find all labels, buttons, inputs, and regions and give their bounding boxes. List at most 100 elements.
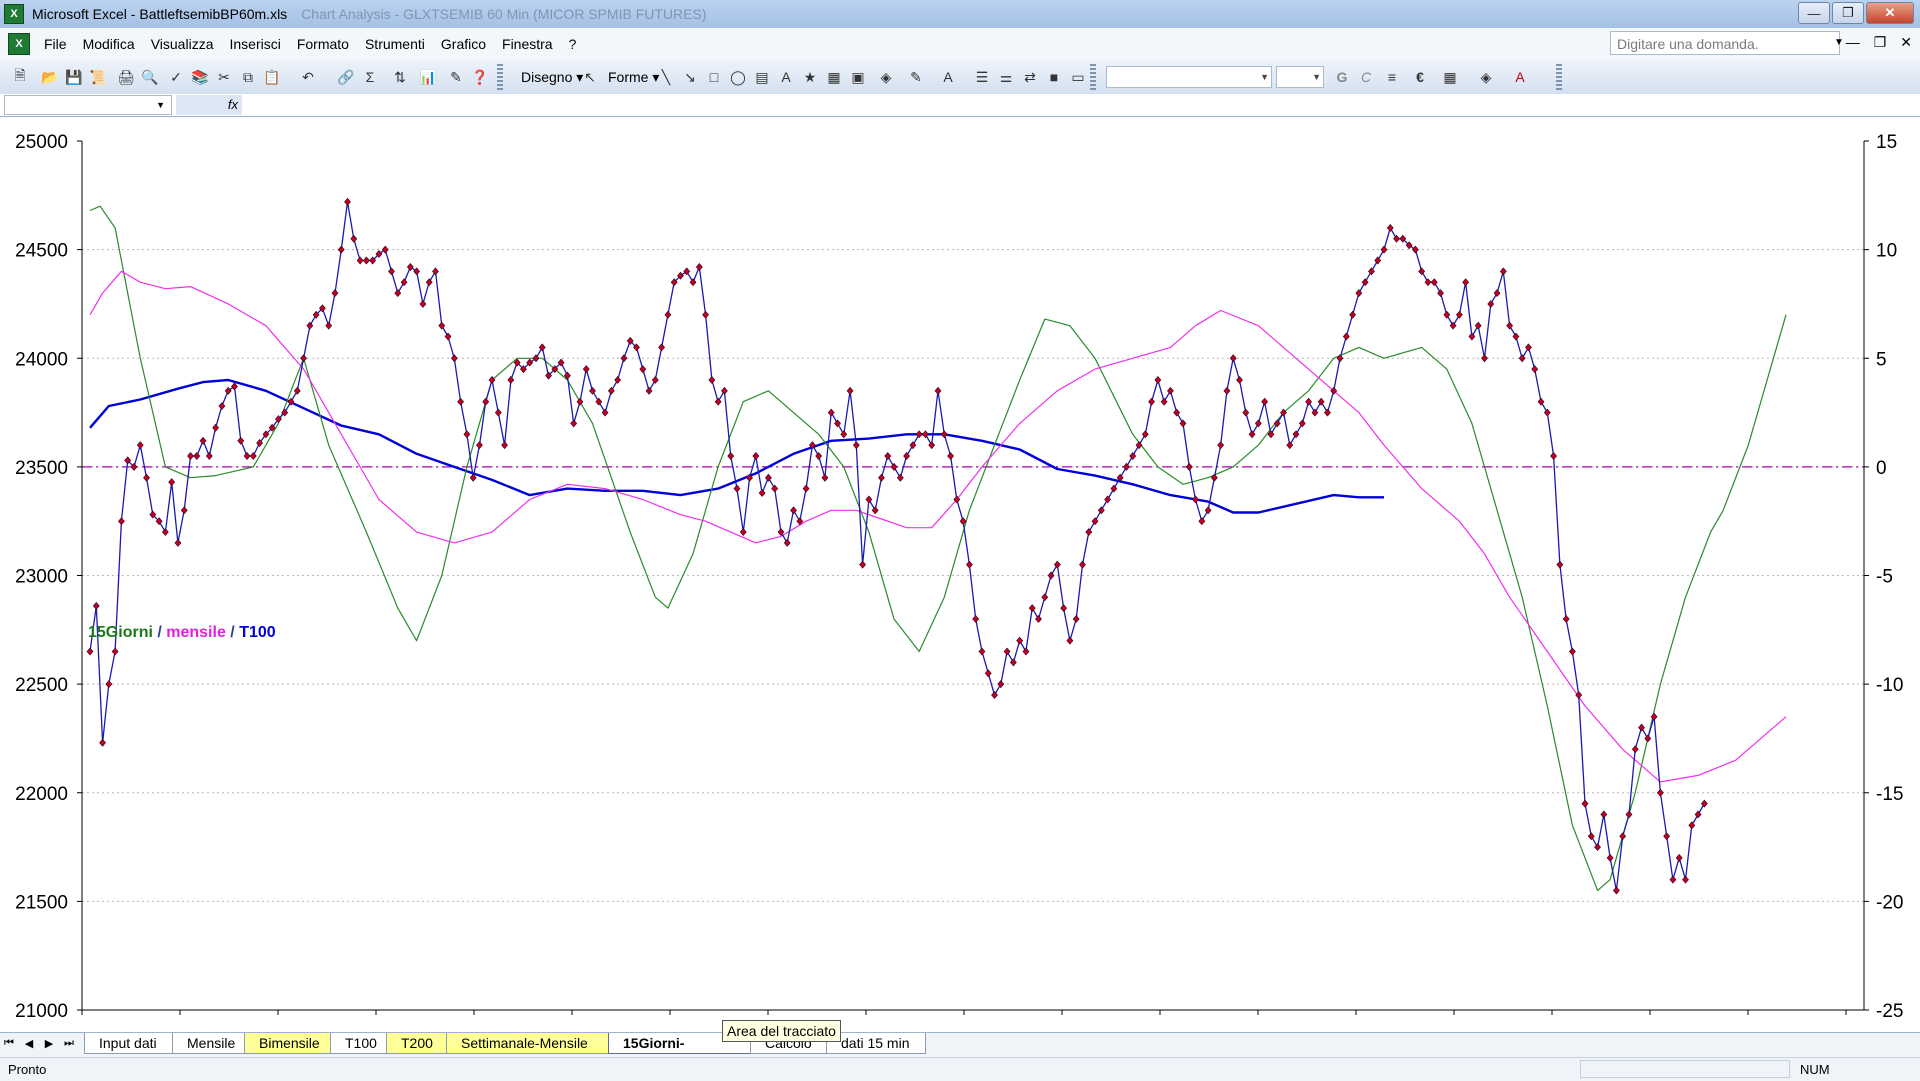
spelling-icon[interactable]: ✓ <box>166 67 186 87</box>
fx-icon[interactable]: fx <box>176 95 242 115</box>
window-title: Microsoft Excel - BattleftsemibBP60m.xls… <box>32 6 707 22</box>
borders-icon[interactable]: ▦ <box>1440 67 1460 87</box>
ask-question-dropdown-icon[interactable]: ▼ <box>1834 31 1846 55</box>
menu-item-strumenti[interactable]: Strumenti <box>357 28 433 60</box>
oval-icon[interactable]: ◯ <box>728 67 748 87</box>
save-icon[interactable]: 💾 <box>64 67 84 87</box>
arrow-icon[interactable]: ↘ <box>680 67 700 87</box>
price-data-point <box>1242 408 1250 417</box>
last-sheet-icon[interactable]: ⏭ <box>62 1037 76 1050</box>
name-box[interactable]: ▼ <box>4 95 172 115</box>
diagram-icon[interactable]: ★ <box>800 67 820 87</box>
cut-icon[interactable]: ✂ <box>214 67 234 87</box>
menu-item-visualizza[interactable]: Visualizza <box>143 28 222 60</box>
font-color-icon[interactable]: A <box>938 67 958 87</box>
chart[interactable]: 25000 24500 24000 23500 23000 22500 22000 21500… <box>0 117 1920 1031</box>
price-data-point <box>1229 354 1237 363</box>
paste-icon[interactable]: 📋 <box>262 67 282 87</box>
hyperlink-icon[interactable]: 🔗 <box>336 67 356 87</box>
price-data-point <box>1185 462 1193 471</box>
restore-button[interactable]: ❐ <box>1832 2 1864 24</box>
doc-restore-icon[interactable]: ❐ <box>1874 34 1887 51</box>
new-icon[interactable]: 🗎 <box>10 67 30 87</box>
menu-item-finestra[interactable]: Finestra <box>494 28 561 60</box>
price-data-point <box>413 267 421 276</box>
menu-item-formato[interactable]: Formato <box>289 28 357 60</box>
sort-icon[interactable]: ⇅ <box>390 67 410 87</box>
minimize-button[interactable]: — <box>1798 2 1830 24</box>
toolbar-grip-2[interactable] <box>1090 64 1096 90</box>
arrow-style-icon[interactable]: ⇄ <box>1020 67 1040 87</box>
right-axis-tick-label: -10 <box>1876 675 1903 696</box>
dash-style-icon[interactable]: ⚌ <box>996 67 1016 87</box>
fill-color-icon[interactable]: ◈ <box>876 67 896 87</box>
line-icon[interactable]: ╲ <box>656 67 676 87</box>
price-data-point <box>205 452 213 460</box>
textbox-icon[interactable]: ▤ <box>752 67 772 87</box>
print-preview-icon[interactable]: 🔍 <box>140 67 160 87</box>
right-axis-tick-label: 10 <box>1876 241 1897 262</box>
fill-color-2-icon[interactable]: ◈ <box>1476 67 1496 87</box>
select-pointer-icon[interactable]: ↖ <box>580 67 600 87</box>
font-color-2-icon[interactable]: A <box>1510 67 1530 87</box>
prev-sheet-icon[interactable]: ◀ <box>22 1037 36 1050</box>
print-icon[interactable]: 🖨 <box>116 67 136 87</box>
first-sheet-icon[interactable]: ⏮ <box>2 1037 16 1050</box>
sheet-tab-mensile[interactable]: Mensile <box>172 1033 252 1054</box>
line-color-icon[interactable]: ✎ <box>906 67 926 87</box>
price-data-point <box>1499 267 1507 276</box>
rectangle-icon[interactable]: □ <box>704 67 724 87</box>
help-icon[interactable]: ❓ <box>470 67 490 87</box>
menu-item-help[interactable]: ? <box>561 28 585 60</box>
workbook-icon[interactable]: X <box>8 33 30 55</box>
menu-item-modifica[interactable]: Modifica <box>75 28 143 60</box>
wordart-icon[interactable]: A <box>776 67 796 87</box>
ask-question-input[interactable]: Digitare una domanda. <box>1610 31 1840 55</box>
toolbar-grip[interactable] <box>497 64 503 90</box>
excel-app-icon[interactable]: X <box>4 4 24 24</box>
research-icon[interactable]: 📚 <box>190 67 210 87</box>
legend-entry: mensile <box>166 624 226 641</box>
title-bar: X Microsoft Excel - BattleftsemibBP60m.x… <box>0 0 1920 28</box>
forme-menu[interactable]: Forme ▾ <box>608 67 659 87</box>
menu-item-grafico[interactable]: Grafico <box>433 28 494 60</box>
font-size-combo[interactable]: ▼ <box>1276 66 1324 88</box>
doc-minimize-icon[interactable]: — <box>1846 34 1860 51</box>
close-button[interactable]: ✕ <box>1866 2 1914 24</box>
price-data-point <box>859 560 867 569</box>
menu-item-inserisci[interactable]: Inserisci <box>221 28 288 60</box>
picture-icon[interactable]: ▣ <box>848 67 868 87</box>
line-style-icon[interactable]: ☰ <box>972 67 992 87</box>
italic-button[interactable]: C <box>1356 67 1376 87</box>
3d-icon[interactable]: ▭ <box>1068 67 1088 87</box>
doc-close-icon[interactable]: ✕ <box>1900 34 1912 51</box>
price-data-point <box>1217 441 1225 450</box>
sheet-tab-t100[interactable]: T100 <box>330 1033 394 1054</box>
toolbar-grip-3[interactable] <box>1556 64 1562 90</box>
price-data-point <box>1550 452 1557 460</box>
chart-wizard-icon[interactable]: 📊 <box>418 67 438 87</box>
sheet-tab-input-dati[interactable]: Input dati <box>84 1033 180 1054</box>
clipart-icon[interactable]: ▦ <box>824 67 844 87</box>
sheet-tab-dati-15-min[interactable]: dati 15 min <box>826 1033 926 1054</box>
next-sheet-icon[interactable]: ▶ <box>42 1037 56 1050</box>
undo-icon[interactable]: ↶ <box>298 67 318 87</box>
align-icon[interactable]: ≡ <box>1382 67 1402 87</box>
copy-icon[interactable]: ⧉ <box>238 67 258 87</box>
price-data-point <box>1041 593 1049 602</box>
open-icon[interactable]: 📂 <box>40 67 60 87</box>
font-name-combo[interactable]: ▼ <box>1106 66 1272 88</box>
autosum-icon[interactable]: Σ <box>360 67 380 87</box>
sheet-tab-settimanale-mensile[interactable]: Settimanale-Mensile <box>446 1033 616 1054</box>
sheet-tab-t200[interactable]: T200 <box>386 1033 454 1054</box>
drawing-icon[interactable]: ✎ <box>446 67 466 87</box>
permission-icon[interactable]: 📜 <box>88 67 108 87</box>
faded-window-title: Chart Analysis - GLXTSEMIB 60 Min (MICOR… <box>301 6 707 22</box>
euro-button[interactable]: € <box>1410 67 1430 87</box>
shadow-icon[interactable]: ■ <box>1044 67 1064 87</box>
sheet-tab-bimensile[interactable]: Bimensile <box>244 1033 338 1054</box>
name-box-dropdown-icon[interactable]: ▼ <box>156 96 165 114</box>
disegno-menu[interactable]: Disegno ▾ <box>521 67 583 87</box>
bold-button[interactable]: G <box>1332 67 1352 87</box>
menu-item-file[interactable]: File <box>36 28 75 60</box>
